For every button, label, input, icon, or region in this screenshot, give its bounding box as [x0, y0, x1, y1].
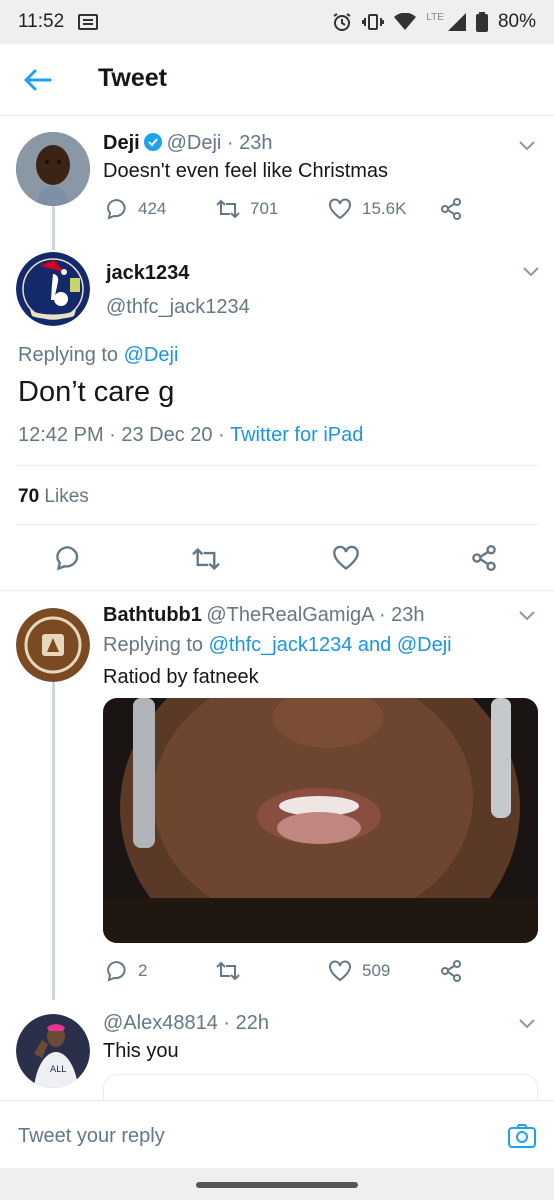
- battery-level: 80%: [497, 11, 536, 32]
- wifi-icon: [394, 13, 417, 31]
- reply-button[interactable]: 2: [106, 960, 147, 982]
- back-arrow-icon[interactable]: [22, 68, 52, 92]
- share-icon[interactable]: [471, 545, 497, 571]
- verified-badge-icon: [144, 133, 163, 151]
- chevron-down-icon[interactable]: [518, 140, 536, 152]
- thread-line: [52, 680, 55, 1000]
- chevron-down-icon[interactable]: [522, 266, 540, 278]
- tweet-text: This you: [103, 1040, 179, 1062]
- replying-to-handles[interactable]: @thfc_jack1234 and @Deji: [209, 634, 452, 656]
- author-handle: @thfc_jack1234: [106, 296, 250, 318]
- retweet-icon[interactable]: [191, 546, 221, 572]
- svg-text:ALL: ALL: [50, 1065, 66, 1075]
- retweet-button[interactable]: [216, 960, 240, 982]
- reply-input[interactable]: Tweet your reply: [18, 1125, 165, 1148]
- share-icon[interactable]: [440, 960, 462, 982]
- tweet-meta: 12:42 PM · 23 Dec 20 · Twitter for iPad: [18, 424, 363, 447]
- replying-to-handle[interactable]: @Deji: [124, 344, 179, 366]
- author-name[interactable]: Bathtubb1: [103, 604, 202, 626]
- retweet-button[interactable]: 701: [216, 198, 278, 220]
- alarm-icon: [332, 12, 352, 32]
- header: Tweet: [0, 44, 554, 116]
- status-icons: LTE 80%: [332, 11, 536, 33]
- battery-icon: [475, 12, 488, 32]
- status-bar: 11:52 LTE 80%: [0, 0, 554, 44]
- tweet-timestamp: 12:42 PM · 23 Dec 20 ·: [18, 424, 230, 446]
- retweet-icon: [216, 199, 240, 219]
- like-button[interactable]: 509: [328, 960, 390, 982]
- tweet-header: @Alex48814 · 22h: [103, 1012, 269, 1035]
- tweet-source[interactable]: Twitter for iPad: [230, 424, 363, 446]
- reply-count: 2: [138, 961, 148, 980]
- notification-icon: [78, 14, 99, 30]
- heart-icon[interactable]: [332, 545, 360, 571]
- tweet-text: Don’t care g: [18, 376, 175, 408]
- author-name[interactable]: Deji: [103, 132, 140, 154]
- tweet-header: Bathtubb1 @TheRealGamigA · 23h: [103, 604, 425, 627]
- divider: [0, 590, 554, 591]
- likes-summary[interactable]: 70 Likes: [18, 486, 89, 508]
- like-count: 15.6K: [362, 199, 407, 218]
- reply-icon: [107, 960, 126, 982]
- reply-compose-bar[interactable]: Tweet your reply: [0, 1100, 554, 1168]
- signal-icon: [447, 13, 466, 31]
- author-handle-time: @TheRealGamigA · 23h: [206, 604, 425, 626]
- like-count: 509: [362, 961, 391, 980]
- vibrate-icon: [362, 13, 385, 31]
- tweet-text: Doesn't even feel like Christmas: [103, 160, 389, 182]
- likes-label: Likes: [44, 486, 89, 507]
- face-photo: [103, 698, 538, 943]
- reply-count: 424: [138, 199, 167, 218]
- chevron-down-icon[interactable]: [518, 610, 536, 622]
- author-handle-time: @Alex48814 · 22h: [103, 1012, 269, 1034]
- replying-to: Replying to @Deji: [18, 344, 178, 367]
- reply-icon[interactable]: [55, 545, 81, 571]
- tweet-header: Deji @Deji · 23h: [103, 132, 273, 155]
- thread-line: [52, 205, 55, 250]
- tweet-media-image[interactable]: [103, 698, 538, 943]
- share-icon[interactable]: [440, 198, 462, 220]
- avatar[interactable]: [16, 132, 90, 206]
- replying-to-label: Replying to: [103, 634, 204, 656]
- page-title: Tweet: [98, 64, 167, 92]
- reply-button[interactable]: 424: [106, 198, 166, 220]
- tweet-text: Ratiod by fatneek: [103, 666, 259, 688]
- author-name[interactable]: jack1234: [106, 262, 189, 285]
- heart-icon: [329, 198, 351, 220]
- avatar[interactable]: [16, 608, 90, 682]
- retweet-icon: [216, 961, 240, 981]
- retweet-count: 701: [250, 199, 279, 218]
- avatar[interactable]: [16, 252, 90, 326]
- divider: [16, 465, 538, 466]
- system-nav-bar: [0, 1168, 554, 1200]
- replying-to-label: Replying to: [18, 344, 119, 366]
- network-type: LTE: [426, 11, 444, 23]
- status-time: 11:52: [18, 11, 65, 32]
- likes-count: 70: [18, 486, 40, 507]
- author-handle-time: @Deji · 23h: [166, 132, 273, 154]
- chevron-down-icon[interactable]: [518, 1018, 536, 1030]
- reply-icon: [107, 198, 126, 220]
- avatar[interactable]: ALL: [16, 1014, 90, 1088]
- divider: [16, 524, 538, 525]
- home-gesture-pill[interactable]: [196, 1182, 358, 1188]
- replying-to: Replying to @thfc_jack1234 and @Deji: [103, 634, 452, 657]
- like-button[interactable]: 15.6K: [328, 198, 406, 220]
- camera-icon[interactable]: [508, 1123, 536, 1149]
- heart-icon: [329, 960, 351, 982]
